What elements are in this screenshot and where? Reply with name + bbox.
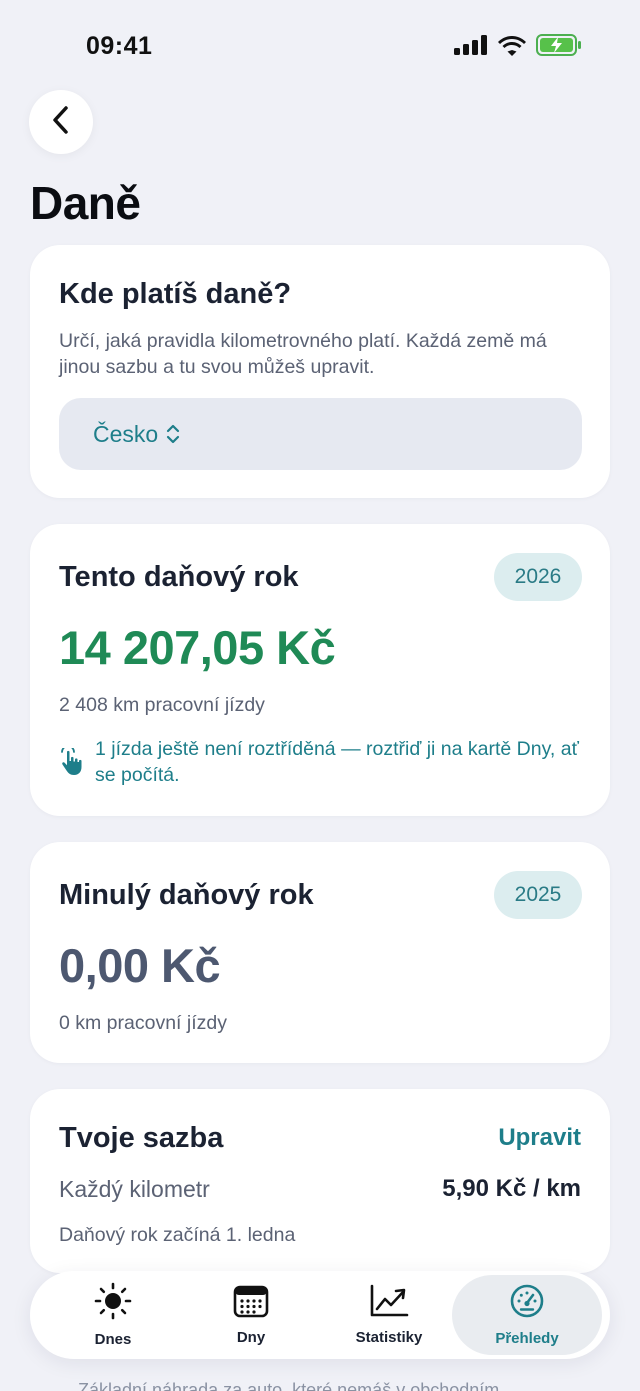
edit-rate-button[interactable]: Upravit (498, 1124, 581, 1152)
previous-tax-year-card: Minulý daňový rok 2025 0,00 Kč 0 km prac… (30, 842, 610, 1063)
status-icons (454, 34, 582, 61)
country-select[interactable]: Česko (59, 398, 582, 470)
gauge-icon (509, 1283, 545, 1324)
previous-year-amount: 0,00 Kč (59, 939, 221, 992)
page-title: Daně (30, 177, 141, 229)
tab-bar: Dnes Dny Statistiky Přehledy (30, 1271, 610, 1359)
chevron-up-down-icon (166, 423, 180, 445)
tax-location-title: Kde platíš daně? (59, 278, 292, 310)
tax-location-description: Určí, jaká pravidla kilometrovného platí… (59, 330, 547, 378)
unsorted-trip-hint[interactable]: 1 jízda ještě není roztříděná — roztřiď … (59, 736, 579, 788)
tab-prehledy-label: Přehledy (495, 1330, 559, 1347)
calendar-icon (233, 1284, 269, 1323)
tax-year-start-note: Daňový rok začíná 1. ledna (59, 1224, 296, 1246)
chart-icon (369, 1284, 409, 1323)
previous-year-title: Minulý daňový rok (59, 879, 314, 911)
tab-statistiky[interactable]: Statistiky (314, 1275, 464, 1355)
cellular-signal-icon (454, 35, 488, 60)
status-time: 09:41 (86, 32, 153, 60)
unsorted-trip-hint-text: 1 jízda ještě není roztříděná — roztřiď … (95, 738, 579, 786)
tab-dny-label: Dny (236, 1329, 266, 1346)
rate-title: Tvoje sazba (59, 1122, 224, 1154)
back-button[interactable] (29, 90, 93, 154)
scrolled-content-text: Základní náhrada za auto, které nemáš v … (78, 1380, 500, 1391)
tax-location-card: Kde platíš daně? Určí, jaká pravidla kil… (30, 245, 610, 498)
current-year-title: Tento daňový rok (59, 561, 299, 593)
status-bar: 09:41 (0, 0, 640, 90)
wifi-icon (498, 35, 526, 61)
battery-charging-icon (536, 34, 582, 61)
tap-hand-icon (59, 745, 85, 788)
country-select-value: Česko (93, 420, 159, 447)
tab-dny[interactable]: Dny (176, 1275, 326, 1355)
rate-row-label: Každý kilometr (59, 1176, 210, 1202)
previous-year-distance: 0 km pracovní jízdy (59, 1012, 227, 1034)
sun-icon (94, 1282, 132, 1325)
tab-dnes-label: Dnes (94, 1331, 132, 1348)
rate-row-value: 5,90 Kč / km (442, 1175, 581, 1202)
chevron-left-icon (50, 105, 72, 140)
previous-year-badge: 2025 (494, 871, 582, 919)
rate-card: Tvoje sazba Upravit Každý kilometr 5,90 … (30, 1089, 610, 1273)
current-tax-year-card: Tento daňový rok 2026 14 207,05 Kč 2 408… (30, 524, 610, 816)
current-year-distance: 2 408 km pracovní jízdy (59, 694, 265, 716)
tab-prehledy[interactable]: Přehledy (452, 1275, 602, 1355)
current-year-amount: 14 207,05 Kč (59, 621, 336, 674)
tab-dnes[interactable]: Dnes (38, 1275, 188, 1355)
tab-statistiky-label: Statistiky (355, 1329, 423, 1346)
current-year-badge: 2026 (494, 553, 582, 601)
